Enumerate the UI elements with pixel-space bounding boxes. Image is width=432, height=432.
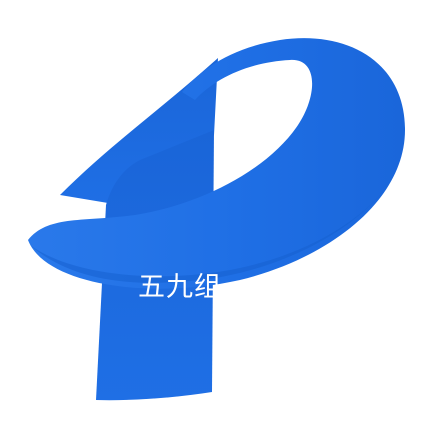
logo-swoosh xyxy=(28,38,405,289)
blue-p-swoosh-logo-icon xyxy=(28,38,405,401)
logo-overlay-text: 五九组 xyxy=(138,272,222,303)
logo-image-canvas: 五九组 xyxy=(0,0,432,432)
